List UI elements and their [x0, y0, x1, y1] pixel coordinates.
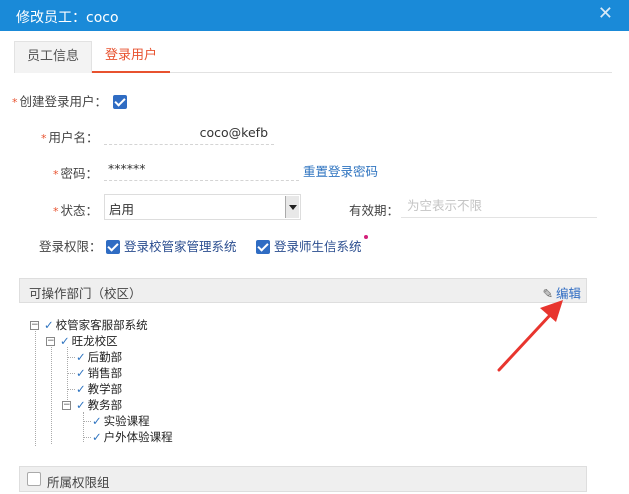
permission-group-panel: 所属权限组 — [19, 466, 587, 492]
annotation-arrow-shaft — [497, 311, 554, 372]
check-icon: ✓ — [76, 382, 86, 396]
perm-teacher-checkbox[interactable] — [256, 239, 270, 254]
collapse-icon[interactable]: − — [30, 321, 39, 330]
perm-manage-system[interactable]: 登录校管家管理系统 — [106, 236, 237, 255]
tree-node-label: 校管家客服部系统 — [55, 318, 148, 332]
collapse-icon[interactable]: − — [46, 337, 55, 346]
tree-node-label: 实验课程 — [103, 414, 150, 428]
departments-title: 可操作部门（校区） — [29, 286, 142, 301]
validity-field[interactable]: 为空表示不限 — [401, 194, 597, 218]
perm-manage-checkbox[interactable] — [106, 239, 120, 254]
edit-label: 编辑 — [555, 286, 581, 301]
tab-employee-info[interactable]: 员工信息 — [14, 41, 92, 73]
close-icon[interactable]: ✕ — [598, 5, 613, 23]
tree-guide-line — [83, 421, 91, 422]
password-field[interactable]: ****** — [104, 157, 299, 181]
create-login-checkbox[interactable] — [113, 94, 127, 109]
tree-node[interactable]: − ✓ 校管家客服部系统 — [30, 318, 148, 332]
tree-node[interactable]: − ✓ 教务部 — [62, 398, 122, 412]
tree-guide-line — [67, 389, 75, 390]
create-login-row: * 创建登录用户： — [12, 91, 127, 110]
tree-guide-line — [67, 357, 75, 358]
username-label: 用户名： — [48, 130, 99, 145]
check-icon: ✓ — [44, 318, 54, 332]
tree-guide-line — [35, 331, 36, 446]
collapse-icon[interactable]: − — [62, 401, 71, 410]
dialog-title: 修改员工：coco — [16, 10, 119, 26]
status-label: 状态： — [60, 203, 99, 218]
reset-password-link[interactable]: 重置登录密码 — [303, 161, 378, 180]
required-mark: * — [53, 168, 59, 181]
status-select[interactable]: 启用 — [104, 194, 301, 220]
status-select-value: 启用 — [109, 202, 135, 217]
tree-guide-line — [51, 347, 52, 444]
tree-node[interactable]: − ✓ 旺龙校区 — [46, 334, 118, 348]
perm-teacher-system[interactable]: 登录师生信系统 — [256, 235, 368, 255]
tree-node[interactable]: ✓ 后勤部 — [76, 350, 122, 364]
tree-guide-line — [67, 373, 75, 374]
tree-guide-line — [67, 347, 68, 404]
tab-login-user[interactable]: 登录用户 — [92, 41, 170, 73]
check-icon: ✓ — [76, 398, 86, 412]
tree-guide-line — [83, 437, 91, 438]
check-icon: ✓ — [76, 350, 86, 364]
permission-group-title: 所属权限组 — [47, 475, 110, 490]
password-label: 密码： — [60, 166, 99, 181]
tree-node-label: 户外体验课程 — [103, 430, 173, 444]
username-field[interactable]: coco@kefb — [104, 121, 274, 145]
pencil-icon: ✎ — [542, 286, 553, 301]
tree-node-label: 销售部 — [87, 366, 123, 380]
departments-panel-header: 可操作部门（校区） ✎ 编辑 — [19, 278, 587, 303]
required-mark: * — [12, 96, 18, 109]
required-mark: * — [41, 132, 47, 145]
validity-label: 有效期： — [349, 203, 400, 218]
perm-manage-label: 登录校管家管理系统 — [124, 239, 237, 254]
required-mark: * — [53, 205, 59, 218]
create-login-label: 创建登录用户： — [19, 94, 108, 109]
tree-node[interactable]: ✓ 户外体验课程 — [92, 430, 173, 444]
tree-node-label: 后勤部 — [87, 350, 123, 364]
permission-group-checkbox[interactable] — [27, 472, 41, 486]
dialog-titlebar: 修改员工：coco ✕ — [0, 0, 629, 31]
check-icon: ✓ — [60, 334, 70, 348]
tab-bar: 员工信息 登录用户 — [14, 41, 612, 73]
tree-node-label: 教务部 — [87, 398, 123, 412]
edit-departments-button[interactable]: ✎ 编辑 — [543, 283, 582, 302]
check-icon: ✓ — [76, 366, 86, 380]
annotation-arrow-head — [540, 300, 563, 322]
perm-teacher-label: 登录师生信系统 — [274, 239, 362, 254]
chevron-down-icon[interactable] — [285, 196, 299, 218]
tree-node-label: 旺龙校区 — [71, 334, 118, 348]
check-icon: ✓ — [92, 430, 102, 444]
login-permission-label: 登录权限： — [39, 239, 102, 254]
password-label-wrap: * 密码： — [53, 163, 98, 182]
tree-node-label: 教学部 — [87, 382, 123, 396]
username-label-wrap: * 用户名： — [41, 127, 99, 146]
check-icon: ✓ — [92, 414, 102, 428]
status-label-wrap: * 状态： — [53, 200, 98, 219]
tree-node[interactable]: ✓ 销售部 — [76, 366, 122, 380]
notification-dot — [363, 235, 368, 239]
tree-node[interactable]: ✓ 教学部 — [76, 382, 122, 396]
tree-node[interactable]: ✓ 实验课程 — [92, 414, 150, 428]
